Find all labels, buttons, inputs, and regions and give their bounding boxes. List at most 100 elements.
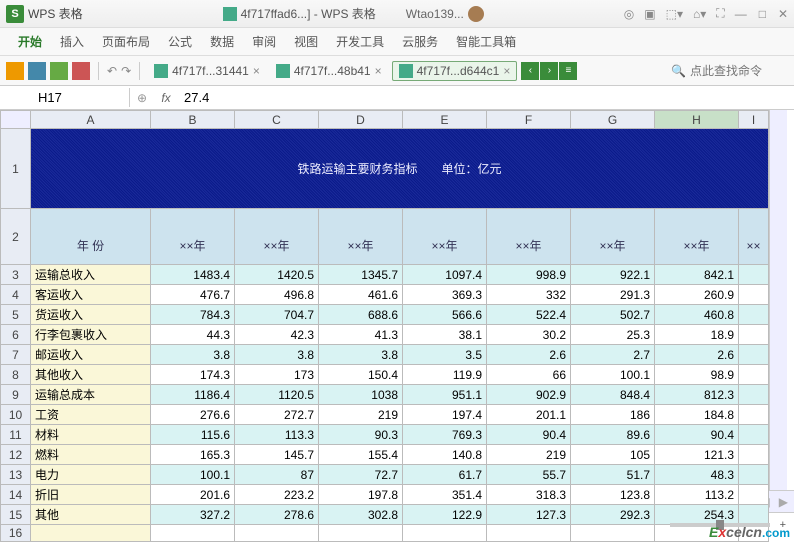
data-cell[interactable]: 44.3 bbox=[151, 325, 235, 345]
data-cell[interactable]: 327.2 bbox=[151, 505, 235, 525]
data-cell[interactable]: 100.1 bbox=[571, 365, 655, 385]
menu-cloud[interactable]: 云服务 bbox=[394, 29, 446, 54]
column-header-cell[interactable]: ××年 bbox=[571, 209, 655, 265]
data-cell[interactable]: 784.3 bbox=[151, 305, 235, 325]
row-label[interactable] bbox=[31, 525, 151, 542]
data-cell[interactable]: 812.3 bbox=[655, 385, 739, 405]
data-cell[interactable]: 902.9 bbox=[487, 385, 571, 405]
sheet-title[interactable]: 铁路运输主要财务指标 单位：亿元 bbox=[31, 129, 769, 209]
data-cell[interactable]: 186 bbox=[571, 405, 655, 425]
data-cell[interactable]: 3.8 bbox=[235, 345, 319, 365]
data-cell[interactable]: 332 bbox=[487, 285, 571, 305]
data-cell[interactable]: 184.8 bbox=[655, 405, 739, 425]
data-cell[interactable] bbox=[739, 265, 769, 285]
data-cell[interactable]: 66 bbox=[487, 365, 571, 385]
doc-tab-3[interactable]: 4f717f...d644c1× bbox=[392, 61, 518, 81]
row-label[interactable]: 运输总成本 bbox=[31, 385, 151, 405]
data-cell[interactable]: 351.4 bbox=[403, 485, 487, 505]
row-header-16[interactable]: 16 bbox=[1, 525, 31, 542]
data-cell[interactable]: 1186.4 bbox=[151, 385, 235, 405]
data-cell[interactable]: 1120.5 bbox=[235, 385, 319, 405]
search-input[interactable] bbox=[690, 64, 780, 78]
data-cell[interactable]: 842.1 bbox=[655, 265, 739, 285]
data-cell[interactable]: 105 bbox=[571, 445, 655, 465]
data-cell[interactable]: 155.4 bbox=[319, 445, 403, 465]
data-cell[interactable] bbox=[739, 305, 769, 325]
data-cell[interactable]: 2.6 bbox=[655, 345, 739, 365]
data-cell[interactable]: 100.1 bbox=[151, 465, 235, 485]
save-icon[interactable] bbox=[28, 62, 46, 80]
data-cell[interactable] bbox=[739, 465, 769, 485]
data-cell[interactable]: 951.1 bbox=[403, 385, 487, 405]
data-cell[interactable]: 2.7 bbox=[571, 345, 655, 365]
data-cell[interactable] bbox=[739, 485, 769, 505]
close-icon[interactable]: × bbox=[503, 64, 510, 78]
preview-icon[interactable] bbox=[72, 62, 90, 80]
data-cell[interactable]: 3.8 bbox=[151, 345, 235, 365]
data-cell[interactable]: 302.8 bbox=[319, 505, 403, 525]
data-cell[interactable]: 1420.5 bbox=[235, 265, 319, 285]
tab-menu-button[interactable]: ≡ bbox=[559, 62, 577, 80]
data-cell[interactable]: 272.7 bbox=[235, 405, 319, 425]
close-icon[interactable]: × bbox=[253, 64, 260, 78]
data-cell[interactable]: 704.7 bbox=[235, 305, 319, 325]
data-cell[interactable]: 1345.7 bbox=[319, 265, 403, 285]
data-cell[interactable] bbox=[739, 285, 769, 305]
col-header-F[interactable]: F bbox=[487, 111, 571, 129]
data-cell[interactable]: 61.7 bbox=[403, 465, 487, 485]
data-cell[interactable]: 72.7 bbox=[319, 465, 403, 485]
row-header-7[interactable]: 7 bbox=[1, 345, 31, 365]
column-header-cell[interactable]: ××年 bbox=[655, 209, 739, 265]
column-header-cell[interactable]: 年 份 bbox=[31, 209, 151, 265]
data-cell[interactable]: 3.8 bbox=[319, 345, 403, 365]
data-cell[interactable]: 90.4 bbox=[655, 425, 739, 445]
menu-review[interactable]: 审阅 bbox=[244, 29, 284, 54]
row-label[interactable]: 行李包裹收入 bbox=[31, 325, 151, 345]
data-cell[interactable]: 276.6 bbox=[151, 405, 235, 425]
data-cell[interactable]: 30.2 bbox=[487, 325, 571, 345]
close-button[interactable]: ✕ bbox=[778, 7, 788, 21]
data-cell[interactable]: 150.4 bbox=[319, 365, 403, 385]
data-cell[interactable]: 2.6 bbox=[487, 345, 571, 365]
data-cell[interactable] bbox=[739, 365, 769, 385]
data-cell[interactable]: 688.6 bbox=[319, 305, 403, 325]
row-label[interactable]: 货运收入 bbox=[31, 305, 151, 325]
data-cell[interactable]: 51.7 bbox=[571, 465, 655, 485]
col-header-B[interactable]: B bbox=[151, 111, 235, 129]
menu-insert[interactable]: 插入 bbox=[52, 29, 92, 54]
data-cell[interactable]: 197.8 bbox=[319, 485, 403, 505]
data-cell[interactable]: 292.3 bbox=[571, 505, 655, 525]
col-header-D[interactable]: D bbox=[319, 111, 403, 129]
data-cell[interactable]: 113.3 bbox=[235, 425, 319, 445]
row-label[interactable]: 运输总收入 bbox=[31, 265, 151, 285]
data-cell[interactable] bbox=[739, 325, 769, 345]
title-icon-2[interactable]: ▣ bbox=[644, 7, 655, 21]
data-cell[interactable]: 173 bbox=[235, 365, 319, 385]
data-cell[interactable]: 41.3 bbox=[319, 325, 403, 345]
row-header-6[interactable]: 6 bbox=[1, 325, 31, 345]
data-cell[interactable]: 522.4 bbox=[487, 305, 571, 325]
data-cell[interactable]: 38.1 bbox=[403, 325, 487, 345]
data-cell[interactable] bbox=[739, 345, 769, 365]
row-header-5[interactable]: 5 bbox=[1, 305, 31, 325]
row-label[interactable]: 电力 bbox=[31, 465, 151, 485]
data-cell[interactable]: 18.9 bbox=[655, 325, 739, 345]
data-cell[interactable]: 496.8 bbox=[235, 285, 319, 305]
data-cell[interactable]: 115.6 bbox=[151, 425, 235, 445]
data-cell[interactable]: 318.3 bbox=[487, 485, 571, 505]
data-cell[interactable]: 219 bbox=[319, 405, 403, 425]
row-header-14[interactable]: 14 bbox=[1, 485, 31, 505]
row-header-2[interactable]: 2 bbox=[1, 209, 31, 265]
data-cell[interactable]: 219 bbox=[487, 445, 571, 465]
row-label[interactable]: 工资 bbox=[31, 405, 151, 425]
maximize-button[interactable]: □ bbox=[759, 7, 766, 21]
data-cell[interactable]: 461.6 bbox=[319, 285, 403, 305]
data-cell[interactable]: 1038 bbox=[319, 385, 403, 405]
data-cell[interactable] bbox=[739, 385, 769, 405]
row-label[interactable]: 材料 bbox=[31, 425, 151, 445]
title-icon-4[interactable]: ⌂▾ bbox=[693, 7, 706, 21]
data-cell[interactable]: 25.3 bbox=[571, 325, 655, 345]
data-cell[interactable]: 127.3 bbox=[487, 505, 571, 525]
row-header-15[interactable]: 15 bbox=[1, 505, 31, 525]
data-cell[interactable]: 291.3 bbox=[571, 285, 655, 305]
